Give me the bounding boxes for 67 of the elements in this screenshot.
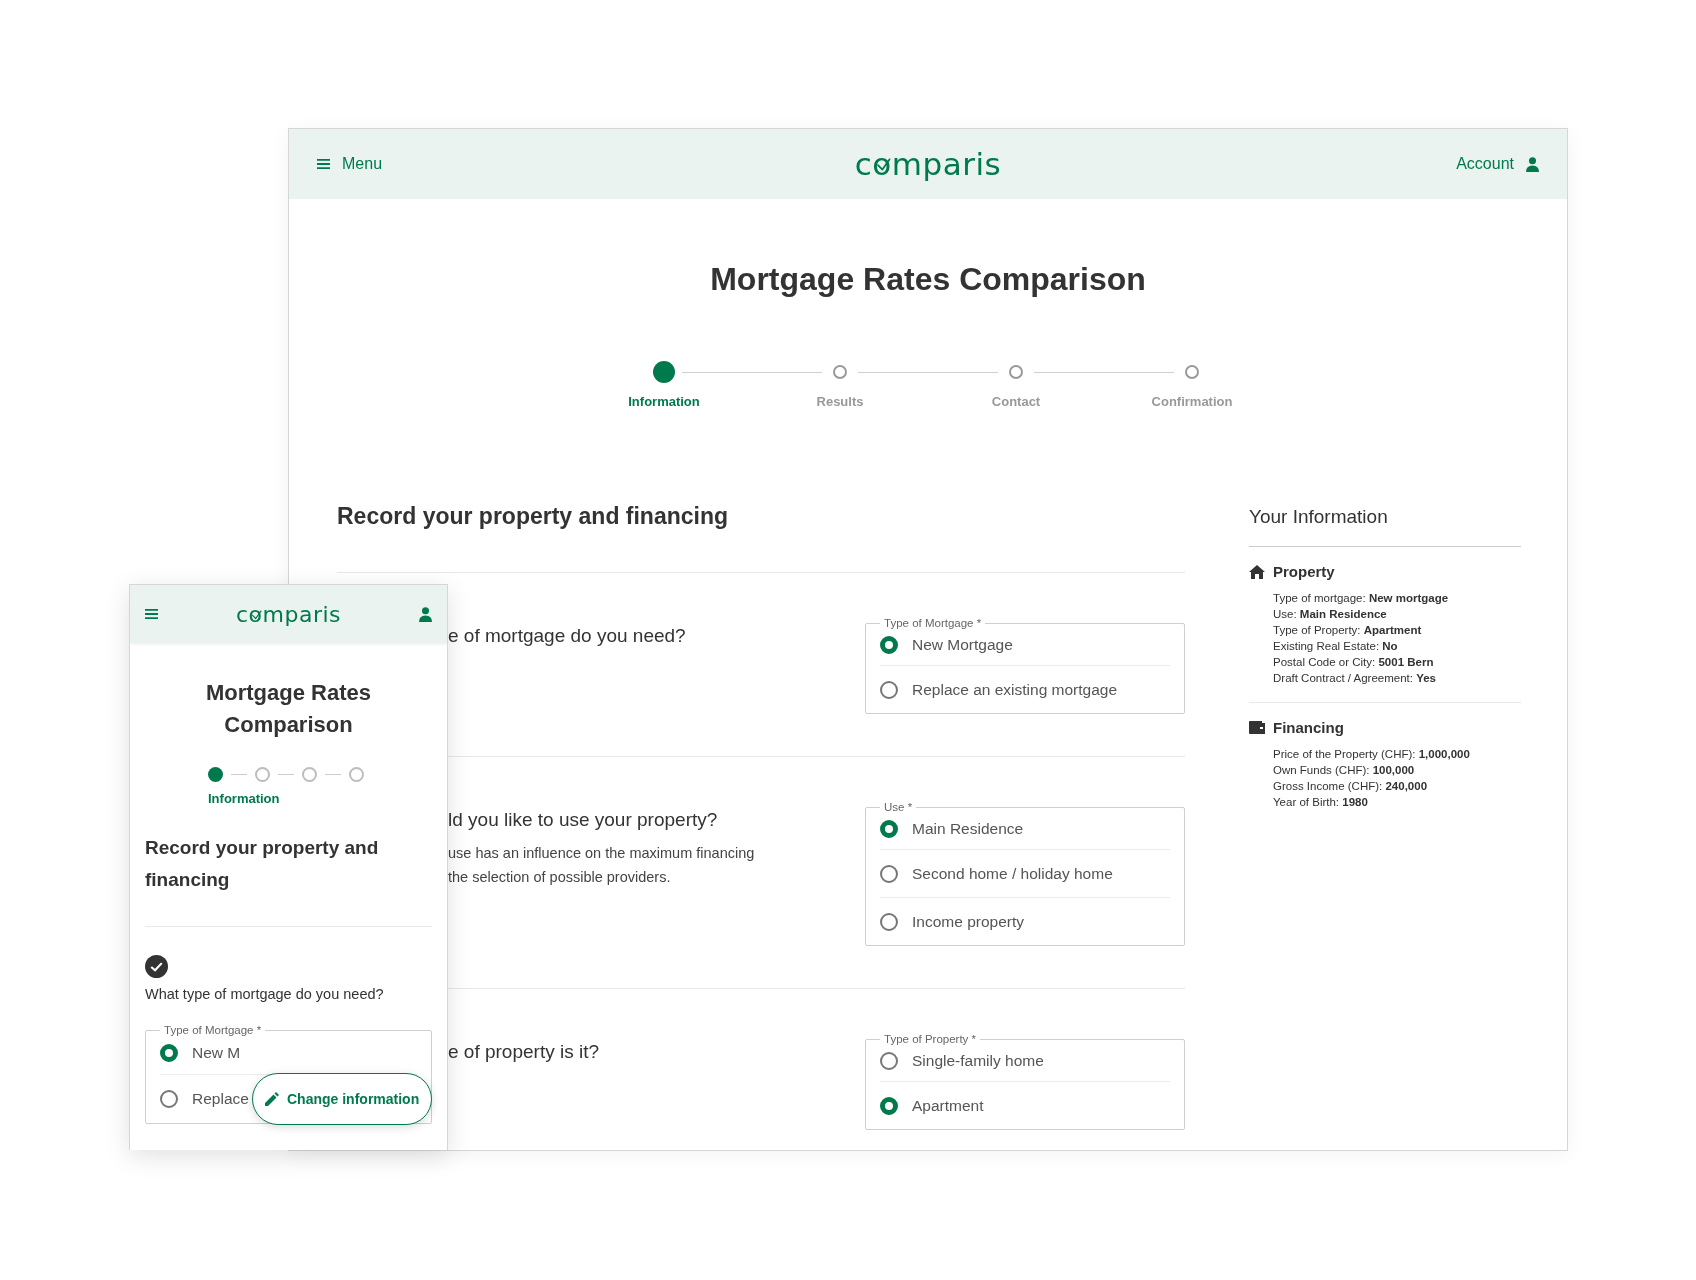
- info-line: Price of the Property (CHF): 1,000,000: [1273, 747, 1471, 762]
- info-line: Postal Code or City: 5001 Bern: [1273, 655, 1435, 670]
- step-dot[interactable]: [1009, 365, 1023, 379]
- step-label[interactable]: Information: [628, 394, 700, 409]
- sidebar-title: Your Information: [1249, 506, 1521, 547]
- option-label[interactable]: Replace: [192, 1090, 249, 1108]
- menu-button[interactable]: [145, 608, 158, 620]
- user-icon: [1526, 156, 1539, 172]
- radio-button[interactable]: [160, 1090, 178, 1108]
- question-hint: use has an influence on the maximum financing: [448, 844, 755, 863]
- step-dot[interactable]: [1185, 365, 1199, 379]
- option-label[interactable]: New M: [192, 1044, 241, 1062]
- option-label[interactable]: Replace an existing mortgage: [912, 680, 1118, 699]
- group-title: Financing: [1273, 719, 1344, 736]
- info-line: Year of Birth: 1980: [1273, 795, 1369, 810]
- field-legend: Use *: [880, 801, 917, 813]
- question-text: What type of mortgage do you need?: [145, 986, 385, 1002]
- option-label[interactable]: Main Residence: [912, 820, 1024, 838]
- section-heading: Record your property and financing: [337, 503, 730, 531]
- house-icon: [1249, 564, 1265, 579]
- pencil-icon: [265, 1092, 279, 1106]
- info-line: Own Funds (CHF): 100,000: [1273, 763, 1416, 778]
- info-line: Use: Main Residence: [1273, 607, 1388, 622]
- step-dot[interactable]: [302, 767, 317, 782]
- option-label[interactable]: Second home / holiday home: [912, 864, 1113, 883]
- radio-button[interactable]: [880, 1052, 898, 1070]
- option-label[interactable]: New Mortgage: [912, 636, 1013, 654]
- question-hint: the selection of possible providers.: [448, 868, 672, 887]
- menu-button[interactable]: Menu: [317, 155, 383, 173]
- info-line: Gross Income (CHF): 240,000: [1273, 779, 1429, 794]
- group-title: Property: [1273, 563, 1335, 580]
- radio-button[interactable]: [880, 680, 898, 699]
- question-text: ld you like to use your property?: [448, 809, 719, 831]
- page-title: Mortgage Rates Comparison: [204, 679, 372, 739]
- radio-button[interactable]: [880, 912, 898, 931]
- account-button[interactable]: Account: [1456, 155, 1539, 173]
- question-text: e of property is it?: [448, 1041, 600, 1063]
- option-label[interactable]: Single-family home: [912, 1052, 1044, 1070]
- field-legend: Type of Mortgage *: [880, 617, 986, 629]
- page-title: Mortgage Rates Comparison: [709, 261, 1147, 298]
- radio-button[interactable]: [160, 1044, 178, 1062]
- menu-icon: [145, 608, 158, 620]
- radio-button[interactable]: [880, 1096, 898, 1115]
- step-dot[interactable]: [833, 365, 847, 379]
- option-label[interactable]: Income property: [912, 912, 1024, 931]
- step-dot[interactable]: [349, 767, 364, 782]
- info-line: Type of Property: Apartment: [1273, 623, 1423, 638]
- info-line: Existing Real Estate: No: [1273, 639, 1399, 654]
- account-button[interactable]: [419, 606, 432, 622]
- radio-button[interactable]: [880, 864, 898, 883]
- step-label: Information: [208, 791, 281, 806]
- field-legend: Type of Property *: [880, 1033, 981, 1045]
- wallet-icon: [1249, 721, 1265, 734]
- step-dot[interactable]: [208, 767, 223, 782]
- user-icon: [419, 606, 432, 622]
- change-information-button[interactable]: Change information: [252, 1073, 433, 1125]
- radio-button[interactable]: [880, 636, 898, 654]
- radio-button[interactable]: [880, 820, 898, 838]
- option-label[interactable]: Apartment: [912, 1096, 984, 1115]
- info-line: Draft Contract / Agreement: Yes: [1273, 671, 1437, 686]
- field-legend: Type of Mortgage *: [160, 1024, 266, 1036]
- question-text: e of mortgage do you need?: [448, 625, 686, 647]
- info-line: Type of mortgage: New mortgage: [1273, 591, 1450, 606]
- section-heading: Record your property and financing: [145, 832, 432, 927]
- menu-icon: [317, 158, 330, 170]
- step-dot[interactable]: [255, 767, 270, 782]
- step-dot[interactable]: [653, 361, 675, 383]
